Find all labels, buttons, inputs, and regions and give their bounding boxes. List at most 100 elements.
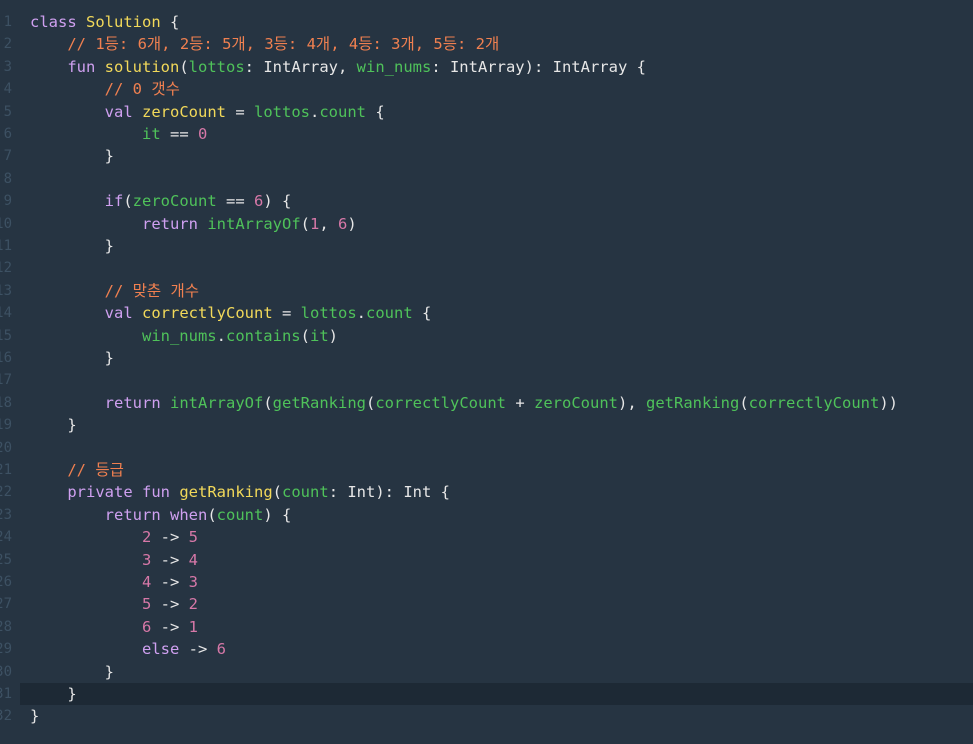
code-token: -> bbox=[151, 573, 189, 591]
code-line[interactable]: 20 bbox=[0, 437, 973, 459]
code-line[interactable]: 23 return when(count) { bbox=[0, 504, 973, 526]
code-line[interactable]: 1 class Solution { bbox=[0, 11, 973, 33]
code-line[interactable]: 8 bbox=[0, 168, 973, 190]
code-line[interactable]: 28 6 -> 1 bbox=[0, 616, 973, 638]
code-token: // 맞춘 개수 bbox=[104, 282, 200, 300]
code-token: it bbox=[309, 327, 329, 345]
line-number: 32 bbox=[0, 708, 12, 724]
code-line[interactable]: 15 win_nums.contains(it) bbox=[0, 325, 973, 347]
code-text: // 1등: 6개, 2등: 5개, 3등: 4개, 4등: 3개, 5등: 2… bbox=[30, 33, 499, 55]
code-line[interactable]: 5 val zeroCount = lottos.count { bbox=[0, 101, 973, 123]
code-token: getRanking bbox=[179, 483, 273, 501]
code-token: } bbox=[30, 663, 114, 681]
line-number: 17 bbox=[0, 372, 12, 388]
code-token: zeroCount bbox=[132, 192, 217, 210]
code-line[interactable]: 30 } bbox=[0, 661, 973, 683]
code-text: 4 -> 3 bbox=[30, 571, 198, 593]
code-line[interactable]: 32} bbox=[0, 705, 973, 727]
line-number: 2 bbox=[3, 36, 12, 52]
code-text: } bbox=[30, 683, 77, 705]
code-token: return bbox=[141, 215, 198, 233]
code-token: correctlyCount bbox=[748, 394, 880, 412]
code-line[interactable]: 24 2 -> 5 bbox=[0, 526, 973, 548]
code-line[interactable]: 13 // 맞춘 개수 bbox=[0, 280, 973, 302]
code-area[interactable]: 1 class Solution {2 // 1등: 6개, 2등: 5개, 3등… bbox=[0, 0, 973, 744]
code-line[interactable]: 29 else -> 6 bbox=[0, 638, 973, 660]
code-token: : IntArray): IntArray { bbox=[431, 58, 646, 76]
code-line[interactable]: 14 val correctlyCount = lottos.count { bbox=[0, 302, 973, 324]
code-text: if(zeroCount == 6) { bbox=[30, 190, 292, 212]
code-text: // 0 갯수 bbox=[30, 78, 180, 100]
code-line[interactable]: 9 if(zeroCount == 6) { bbox=[0, 190, 973, 212]
code-token: -> bbox=[151, 618, 189, 636]
code-line[interactable]: 18 return intArrayOf(getRanking(correctl… bbox=[0, 392, 973, 414]
code-line[interactable]: 16 } bbox=[0, 347, 973, 369]
line-number: 7 bbox=[3, 148, 12, 164]
code-token: zeroCount bbox=[534, 394, 618, 412]
code-token: getRanking bbox=[646, 394, 740, 412]
line-number: 28 bbox=[0, 619, 12, 635]
code-line[interactable]: 19 } bbox=[0, 414, 973, 436]
line-number: 18 bbox=[0, 395, 12, 411]
code-token: fun bbox=[142, 483, 170, 501]
code-text: // 맞춘 개수 bbox=[30, 280, 199, 302]
code-text: 2 -> 5 bbox=[30, 526, 198, 548]
line-number: 20 bbox=[0, 440, 12, 456]
code-token: ( bbox=[300, 215, 310, 233]
code-token: ) bbox=[347, 215, 357, 233]
code-line[interactable]: 6 it == 0 bbox=[0, 123, 973, 145]
code-token: . bbox=[310, 103, 320, 121]
code-line[interactable]: 21 // 등급 bbox=[0, 459, 973, 481]
code-line[interactable]: 17 bbox=[0, 369, 973, 391]
code-text: class Solution { bbox=[30, 11, 179, 33]
code-editor[interactable]: 1 class Solution {2 // 1등: 6개, 2등: 5개, 3등… bbox=[0, 0, 973, 744]
code-token: } bbox=[30, 685, 77, 703]
line-number: 5 bbox=[3, 104, 12, 120]
code-text: val zeroCount = lottos.count { bbox=[30, 101, 385, 123]
code-token: 1 bbox=[310, 215, 320, 233]
code-line[interactable]: 26 4 -> 3 bbox=[0, 571, 973, 593]
line-number: 3 bbox=[3, 59, 12, 75]
code-token: getRanking bbox=[272, 394, 366, 412]
code-line[interactable]: 11 } bbox=[0, 235, 973, 257]
line-number: 16 bbox=[0, 350, 12, 366]
code-token: 5 bbox=[188, 528, 198, 546]
code-text: return when(count) { bbox=[30, 504, 292, 526]
code-line[interactable]: 31 } bbox=[0, 683, 973, 705]
code-line[interactable]: 7 } bbox=[0, 145, 973, 167]
line-number: 11 bbox=[0, 238, 12, 254]
code-token: = bbox=[226, 103, 254, 121]
code-text: } bbox=[30, 145, 114, 167]
code-line[interactable]: 3 fun solution(lottos: IntArray, win_num… bbox=[0, 56, 973, 78]
code-line[interactable]: 22 private fun getRanking(count: Int): I… bbox=[0, 481, 973, 503]
code-token: 4 bbox=[141, 573, 152, 591]
code-token: == bbox=[216, 192, 254, 210]
code-token: when bbox=[170, 506, 208, 524]
code-line[interactable]: 12 bbox=[0, 257, 973, 279]
code-line[interactable]: 10 return intArrayOf(1, 6) bbox=[0, 213, 973, 235]
code-token: ), bbox=[618, 394, 646, 412]
code-token: 3 bbox=[141, 551, 152, 569]
code-line[interactable]: 25 3 -> 4 bbox=[0, 549, 973, 571]
code-token: = bbox=[272, 304, 301, 322]
code-token: } bbox=[30, 147, 114, 165]
code-token: val bbox=[104, 304, 133, 322]
code-line[interactable]: 2 // 1등: 6개, 2등: 5개, 3등: 4개, 4등: 3개, 5등:… bbox=[0, 33, 973, 55]
code-token: , bbox=[319, 215, 339, 233]
code-line[interactable]: 4 // 0 갯수 bbox=[0, 78, 973, 100]
code-token: ) bbox=[328, 327, 338, 345]
code-text: else -> 6 bbox=[30, 638, 226, 660]
code-token: : IntArray, bbox=[244, 58, 357, 76]
code-line[interactable]: 27 5 -> 2 bbox=[0, 593, 973, 615]
